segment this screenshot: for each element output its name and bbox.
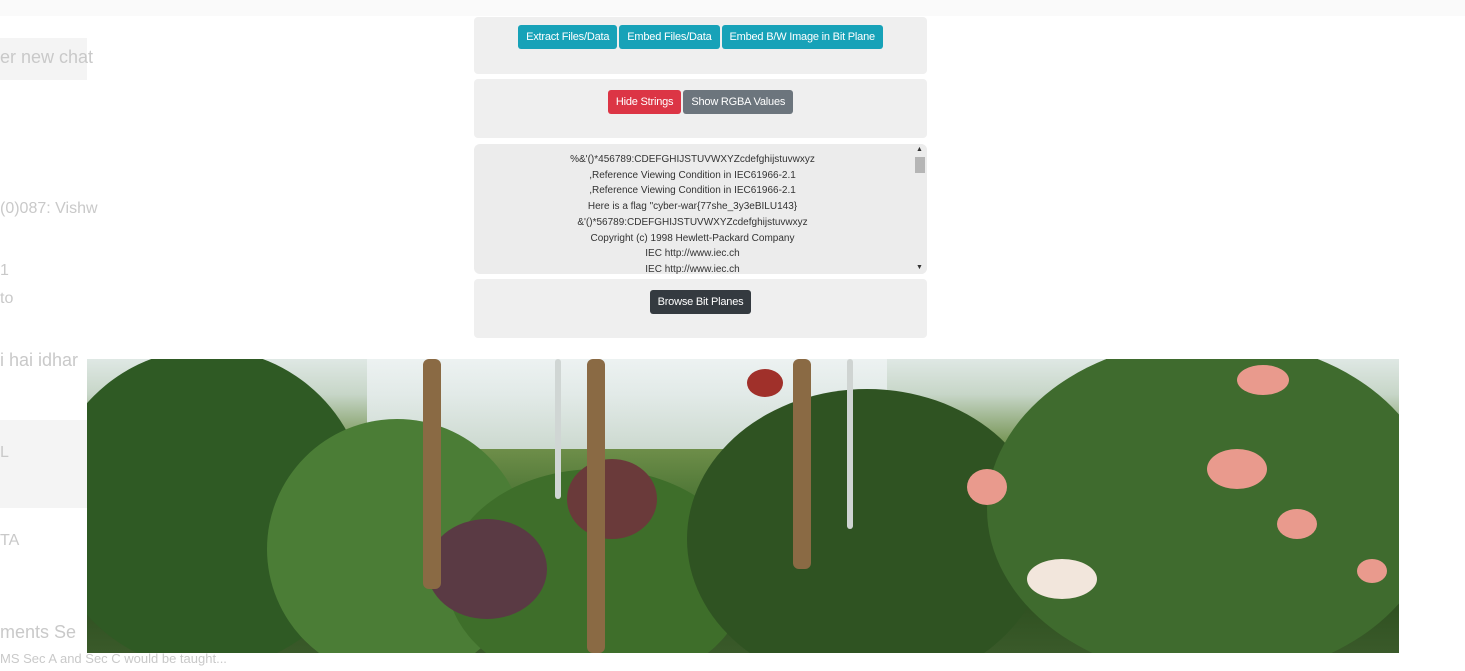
bg-text-2: 1 (0, 262, 9, 279)
strings-controls-panel: Hide Strings Show RGBA Values (474, 79, 927, 138)
photo-trunk (423, 359, 441, 589)
photo-flower (1207, 449, 1267, 489)
scroll-down-arrow-icon[interactable]: ▼ (916, 264, 923, 271)
photo-flower (967, 469, 1007, 505)
strings-line: IEC http://www.iec.ch (645, 263, 740, 274)
photo-trunk (587, 359, 605, 653)
embed-actions-panel: Extract Files/Data Embed Files/Data Embe… (474, 17, 927, 74)
strings-line: &'()*56789:CDEFGHIJSTUVWXYZcdefghijstuvw… (577, 216, 808, 228)
strings-line: Copyright (c) 1998 Hewlett-Packard Compa… (590, 232, 795, 244)
strings-line-partial (474, 144, 911, 152)
photo-trunk (793, 359, 811, 569)
bg-text-4: i hai idhar (0, 350, 79, 370)
photo-pole (847, 359, 853, 529)
strings-list: %&'()*456789:CDEFGHIJSTUVWXYZcdefghijstu… (474, 144, 911, 274)
strings-line: ,Reference Viewing Condition in IEC61966… (589, 185, 796, 197)
browse-bit-planes-button[interactable]: Browse Bit Planes (649, 290, 752, 314)
scrollbar[interactable]: ▲ ▼ (913, 144, 927, 274)
photo-flower (1357, 559, 1387, 583)
strings-line: ,Reference Viewing Condition in IEC61966… (589, 169, 796, 181)
photo-pole (555, 359, 561, 499)
scroll-thumb[interactable] (915, 157, 925, 173)
photo-flower (1277, 509, 1317, 539)
bg-text-8: MS Sec A and Sec C would be taught... (0, 651, 227, 666)
bit-planes-panel: Browse Bit Planes (474, 279, 927, 338)
bg-panel (0, 420, 87, 508)
strings-line: IEC http://www.iec.ch (645, 248, 740, 260)
embed-bw-image-button[interactable]: Embed B/W Image in Bit Plane (721, 25, 883, 49)
hide-strings-button[interactable]: Hide Strings (607, 90, 682, 114)
bg-text-3: to (0, 290, 14, 307)
bg-text-7: ments Se (0, 622, 77, 642)
strings-line: Here is a flag "cyber-war{77she_3y3eBILU… (587, 201, 798, 213)
top-bar (0, 0, 1465, 16)
photo-flower (1027, 559, 1097, 599)
strings-output-textarea[interactable]: %&'()*456789:CDEFGHIJSTUVWXYZcdefghijstu… (474, 144, 927, 274)
photo-flower (1237, 365, 1289, 395)
photo-purple-leaves (427, 519, 547, 619)
bg-text-1: (0)087: Vishw (0, 200, 98, 217)
bg-text-6: TA (0, 532, 20, 549)
photo-foliage (987, 359, 1399, 653)
scroll-up-arrow-icon[interactable]: ▲ (916, 146, 923, 153)
greenhouse-photo (87, 359, 1399, 653)
show-rgba-button[interactable]: Show RGBA Values (683, 90, 794, 114)
photo-purple-leaves (567, 459, 657, 539)
embed-files-button[interactable]: Embed Files/Data (619, 25, 720, 49)
strings-line: %&'()*456789:CDEFGHIJSTUVWXYZcdefghijstu… (570, 154, 815, 165)
photo-flower (747, 369, 783, 397)
bg-text-new-chat: er new chat (0, 47, 94, 67)
extract-files-button[interactable]: Extract Files/Data (518, 25, 618, 49)
bg-text-5: L (0, 444, 9, 461)
